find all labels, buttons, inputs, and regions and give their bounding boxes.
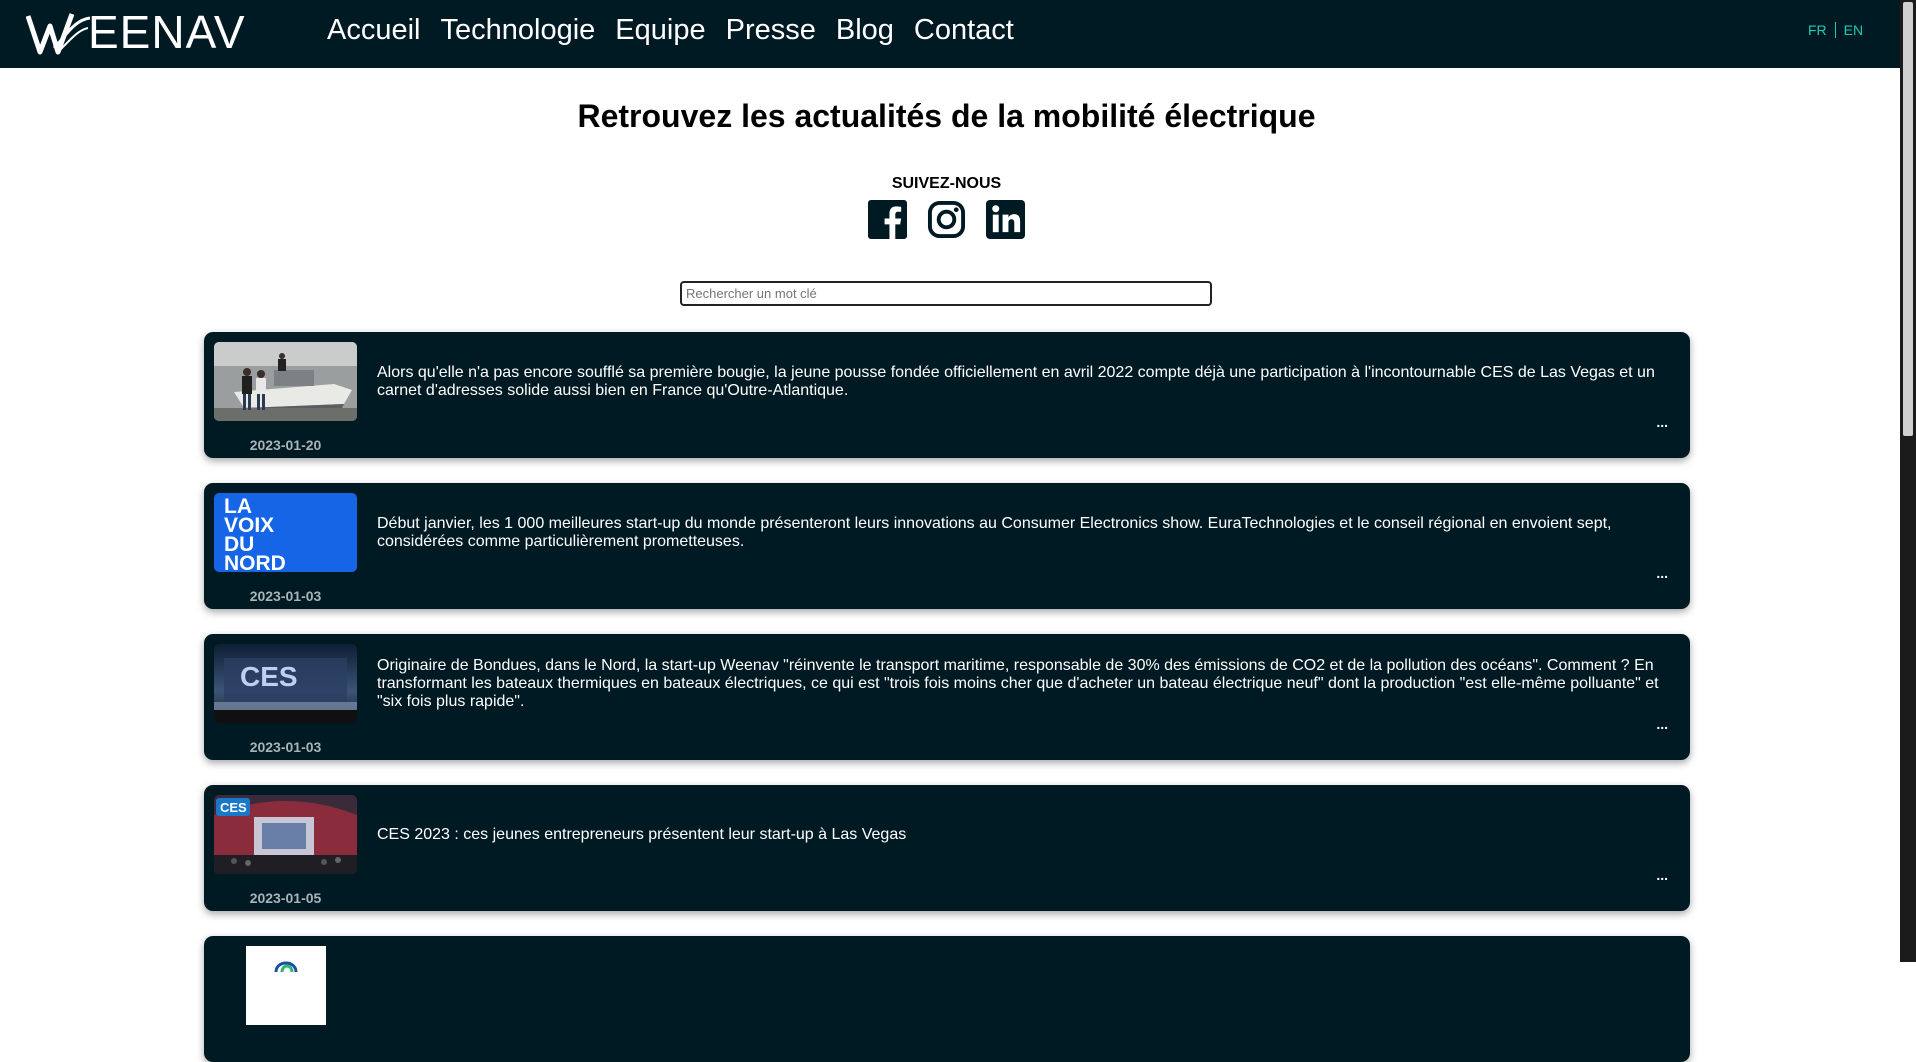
top-navbar: EENAV Accueil Technologie Equipe Presse …	[0, 0, 1900, 68]
main-nav: Accueil Technologie Equipe Presse Blog C…	[327, 12, 1014, 48]
weenav-logo[interactable]: EENAV	[26, 8, 254, 56]
page-title: Retrouvez les actualités de la mobilité …	[577, 98, 1316, 134]
more-button[interactable]: ...	[1656, 414, 1668, 430]
facebook-icon[interactable]	[868, 200, 907, 239]
article-date: 2023-01-03	[249, 739, 322, 755]
page-scrollbar[interactable]	[1900, 0, 1916, 962]
lang-en-link[interactable]: EN	[1844, 22, 1863, 38]
article-card[interactable]: 2023-01-20 Alors qu'elle n'a pas encore …	[204, 332, 1690, 458]
article-date: 2023-01-20	[249, 437, 322, 453]
article-excerpt: Originaire de Bondues, dans le Nord, la …	[377, 657, 1659, 710]
article-excerpt: CES 2023 : ces jeunes entrepreneurs prés…	[377, 826, 907, 843]
social-links	[868, 200, 1025, 239]
linkedin-icon[interactable]	[986, 200, 1025, 239]
article-thumbnail: CES	[214, 644, 357, 723]
article-thumbnail: CES	[214, 795, 357, 874]
ces-sign-text: CES	[240, 661, 298, 692]
instagram-icon[interactable]	[927, 200, 966, 239]
more-button[interactable]: ...	[1656, 867, 1668, 883]
nav-link-equipe[interactable]: Equipe	[615, 14, 705, 47]
article-thumbnail: LA VOIX DU NORD	[214, 493, 357, 572]
article-excerpt: Début janvier, les 1 000 meilleures star…	[377, 515, 1612, 550]
logo-w-icon	[26, 13, 91, 55]
lang-fr-link[interactable]: FR	[1808, 22, 1827, 38]
nav-link-technologie[interactable]: Technologie	[441, 14, 596, 47]
nav-link-contact[interactable]: Contact	[914, 14, 1014, 47]
logo-text: EENAV	[88, 6, 246, 58]
language-switcher: FR EN	[1808, 22, 1863, 38]
article-thumbnail	[214, 342, 357, 421]
more-button[interactable]: ...	[1656, 565, 1668, 581]
nav-link-blog[interactable]: Blog	[836, 14, 894, 47]
more-button[interactable]: ...	[1656, 716, 1668, 732]
nav-link-presse[interactable]: Presse	[726, 14, 816, 47]
ces-badge-text: CES	[220, 800, 247, 815]
article-card[interactable]	[204, 936, 1690, 1062]
article-excerpt: Alors qu'elle n'a pas encore soufflé sa …	[377, 364, 1655, 399]
lang-divider	[1834, 22, 1836, 38]
article-card[interactable]: LA VOIX DU NORD 2023-01-03 Début janvier…	[204, 483, 1690, 609]
voix-line-4: NORD	[224, 552, 286, 572]
nav-link-accueil[interactable]: Accueil	[327, 14, 421, 47]
follow-us-label: SUIVEZ-NOUS	[891, 175, 1002, 192]
search-input[interactable]	[680, 281, 1212, 306]
scrollbar-thumb[interactable]	[1903, 2, 1913, 436]
article-card[interactable]: CES 2023-01-05 CES 2023 : ces jeunes ent…	[204, 785, 1690, 911]
article-date: 2023-01-03	[249, 588, 322, 604]
article-thumbnail	[246, 946, 326, 1025]
article-card[interactable]: CES 2023-01-03 Originaire de Bondues, da…	[204, 634, 1690, 760]
article-date: 2023-01-05	[249, 890, 322, 906]
